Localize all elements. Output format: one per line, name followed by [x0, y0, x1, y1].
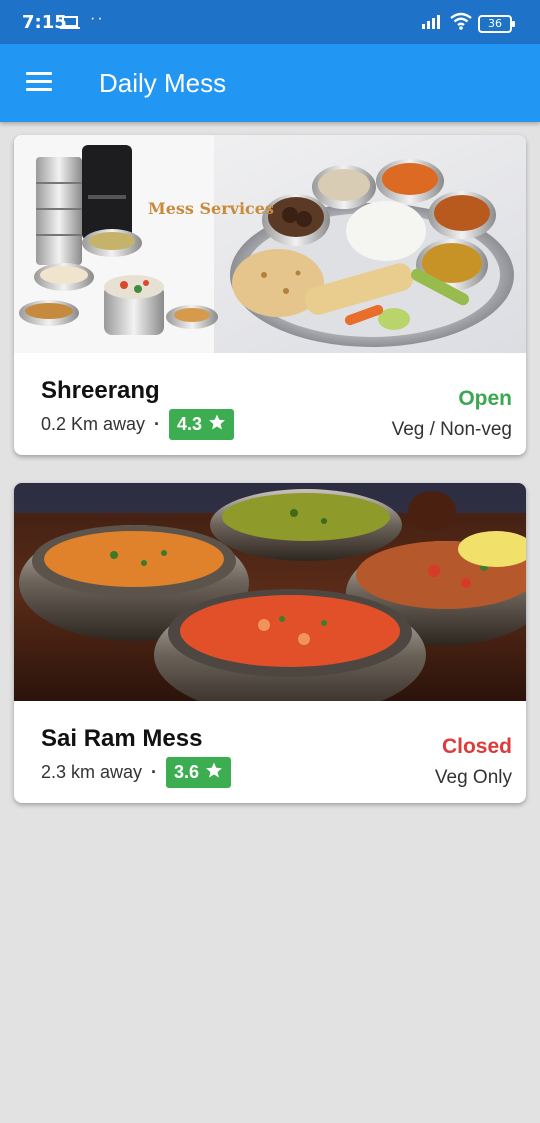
status-open: Open: [458, 387, 512, 410]
signal-icon: [422, 13, 444, 34]
star-icon: [208, 413, 226, 436]
mess-info: Sai Ram Mess 2.3 km away · 3.6 Closed Ve…: [14, 701, 526, 803]
rating-badge: 3.6: [166, 757, 232, 788]
wifi-icon: [450, 12, 472, 35]
banner-text: Mess Services: [148, 199, 274, 218]
rating-value: 3.6: [174, 762, 200, 782]
distance-text: 2.3 km away: [41, 762, 143, 782]
status-closed: Closed: [441, 735, 512, 758]
rating-badge: 4.3: [169, 409, 235, 440]
mess-image: Mess Services: [14, 135, 526, 353]
mess-name: Shreerang: [41, 377, 160, 404]
menu-icon[interactable]: [26, 72, 52, 92]
mess-card[interactable]: Sai Ram Mess 2.3 km away · 3.6 Closed Ve…: [14, 483, 526, 803]
laptop-icon: [60, 16, 80, 35]
battery-level: 36: [488, 16, 502, 30]
star-icon: [205, 761, 223, 784]
distance-row: 0.2 Km away · 4.3: [41, 409, 235, 440]
mess-name: Sai Ram Mess: [41, 725, 203, 752]
food-type: Veg Only: [434, 767, 512, 788]
mess-image: [14, 483, 526, 701]
rating-value: 4.3: [177, 414, 203, 434]
mess-card[interactable]: Mess Services Shreerang 0.2 Km away · 4.…: [14, 135, 526, 455]
separator-dot: ·: [154, 414, 161, 434]
status-bar: 7:15 ·· 36: [0, 0, 540, 44]
app-bar: Daily Mess: [0, 44, 540, 122]
notification-dots-icon: ··: [90, 10, 105, 27]
food-type: Veg / Non-veg: [391, 419, 512, 440]
battery-icon: 36: [478, 14, 515, 33]
mess-info: Shreerang 0.2 Km away · 4.3 Open Veg / N…: [14, 353, 526, 455]
distance-row: 2.3 km away · 3.6: [41, 757, 232, 788]
app-title: Daily Mess: [99, 68, 227, 98]
distance-text: 0.2 Km away: [41, 414, 146, 434]
separator-dot: ·: [151, 762, 158, 782]
